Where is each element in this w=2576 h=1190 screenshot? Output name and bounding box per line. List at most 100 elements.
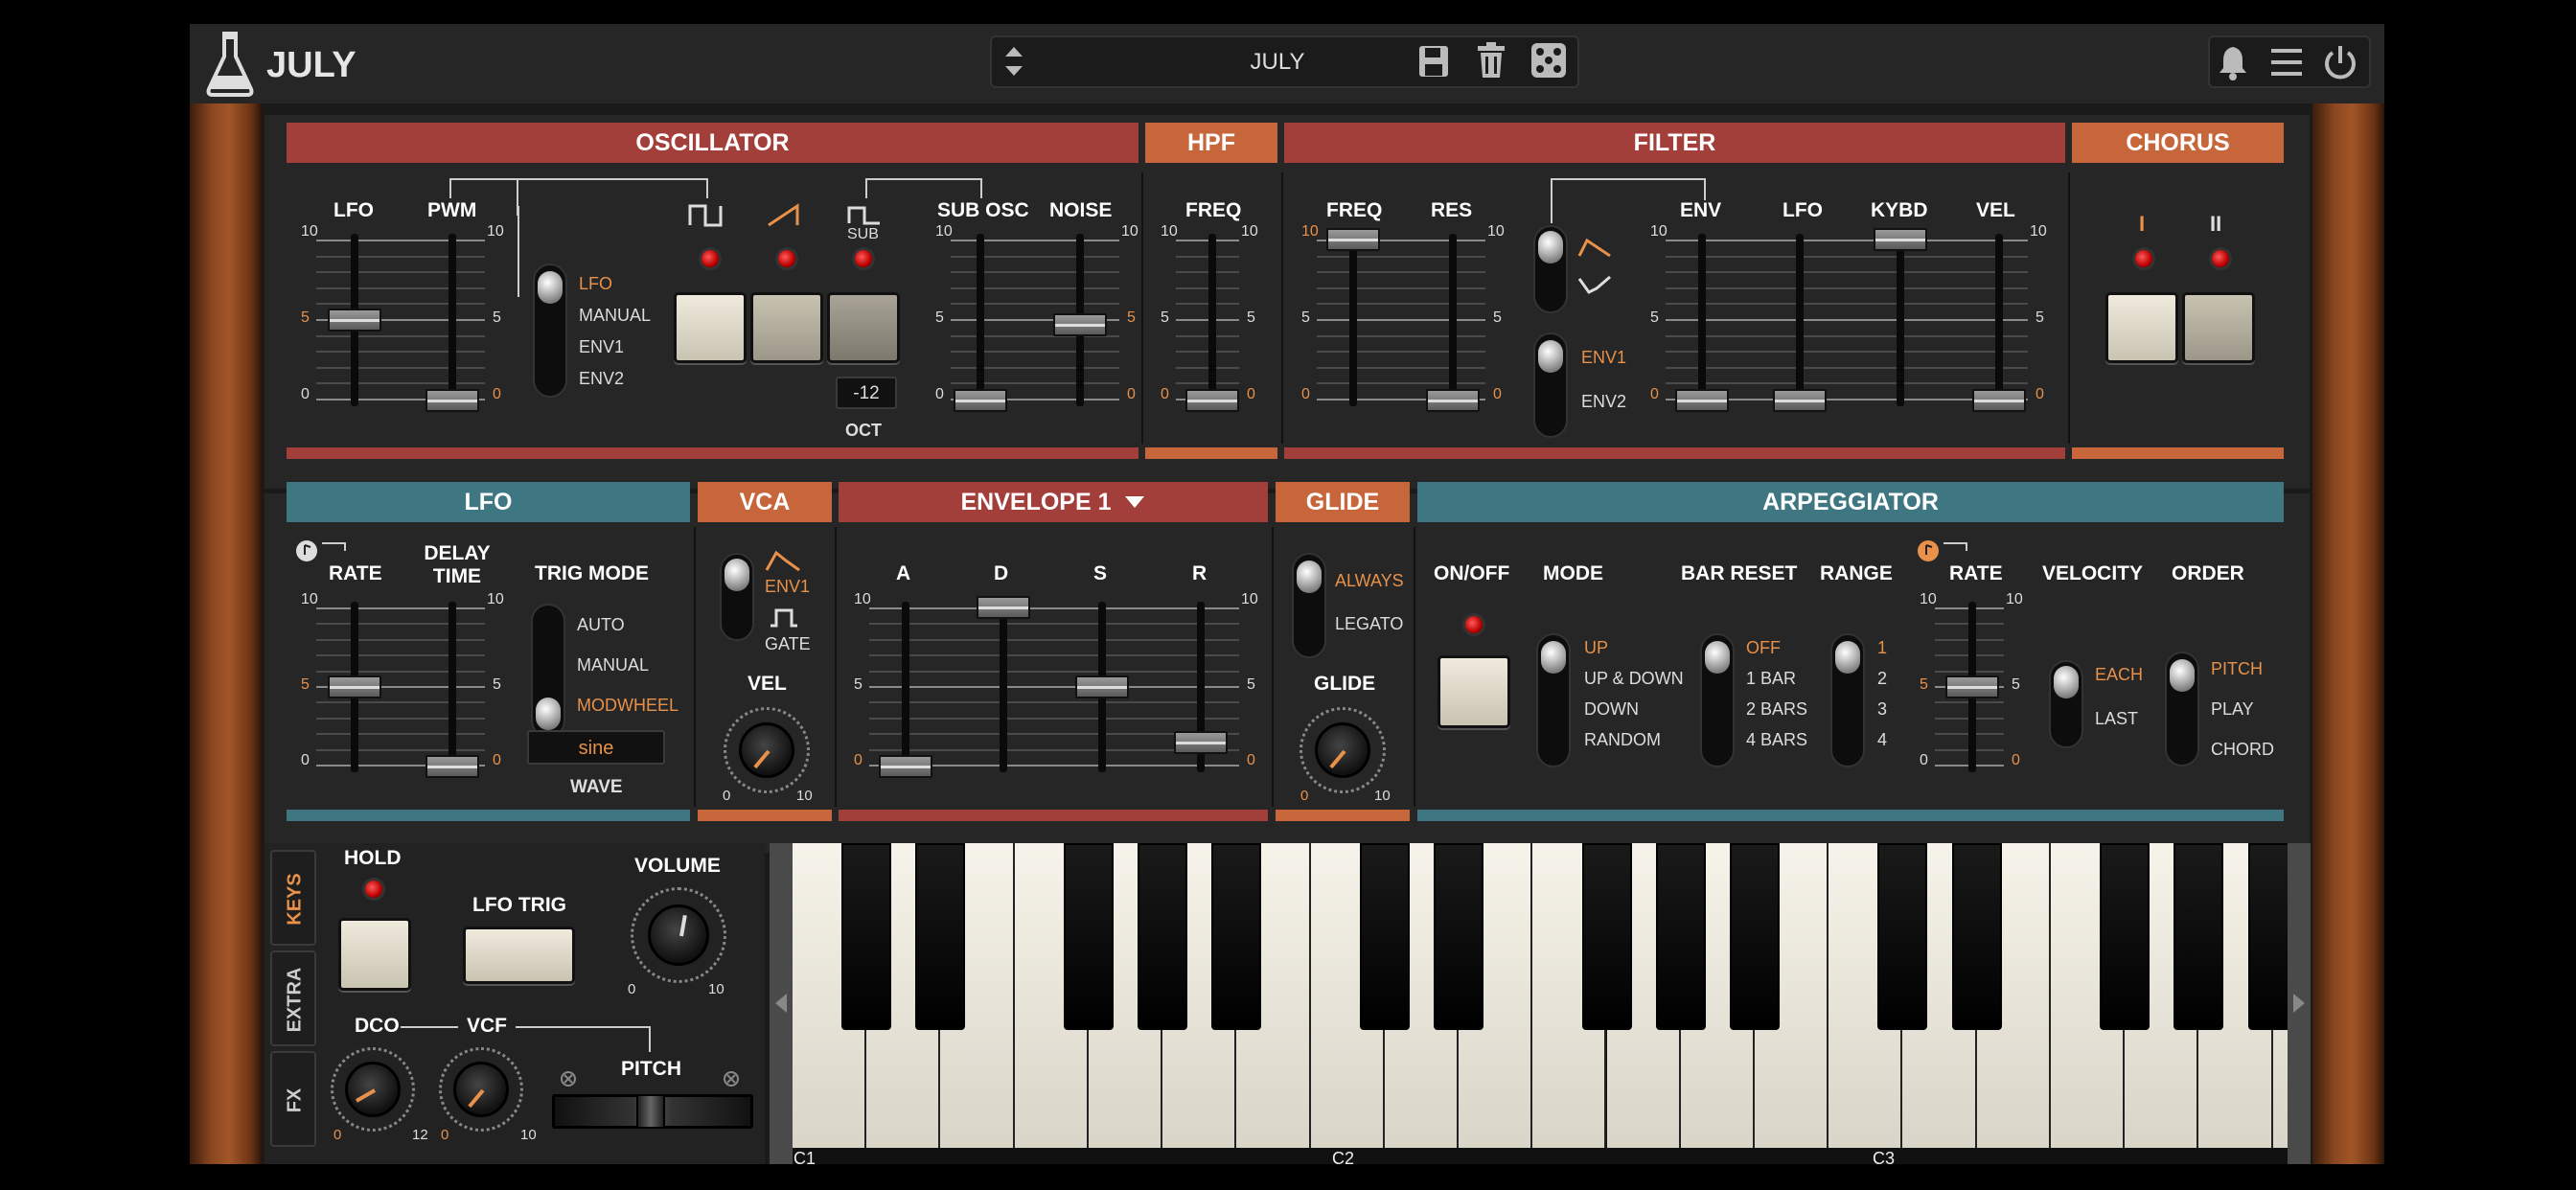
arp-velocity-last[interactable]: LAST xyxy=(2095,710,2138,727)
trash-icon[interactable] xyxy=(1474,41,1508,80)
chorus-i-button[interactable] xyxy=(2105,292,2178,363)
tab-keys[interactable]: KEYS xyxy=(270,850,316,946)
tab-extra[interactable]: EXTRA xyxy=(270,950,316,1046)
osc-lfo-slider[interactable] xyxy=(328,309,381,332)
arp-mode-down[interactable]: DOWN xyxy=(1584,700,1639,718)
glide-knob[interactable] xyxy=(1315,722,1370,778)
filter-env-switch[interactable] xyxy=(1533,332,1568,438)
filter-res-slider[interactable] xyxy=(1426,389,1480,412)
vca-mode-switch[interactable] xyxy=(720,553,754,641)
filter-freq-slider[interactable] xyxy=(1326,228,1380,251)
black-key[interactable] xyxy=(1877,843,1928,1030)
pwm-source-env1[interactable]: ENV1 xyxy=(579,338,624,355)
tab-fx[interactable]: FX xyxy=(270,1051,316,1147)
arp-order-switch[interactable] xyxy=(2165,652,2199,767)
black-key[interactable] xyxy=(1729,843,1780,1030)
env-decay-slider[interactable] xyxy=(977,596,1030,619)
arp-mode-updown[interactable]: UP & DOWN xyxy=(1584,670,1684,687)
power-icon[interactable] xyxy=(2321,43,2359,81)
black-key[interactable] xyxy=(1581,843,1632,1030)
noise-slider[interactable] xyxy=(1053,313,1107,337)
saw-button[interactable] xyxy=(750,292,823,363)
arp-bar-reset-switch[interactable] xyxy=(1700,633,1735,767)
sub-osc-slider[interactable] xyxy=(954,389,1007,412)
menu-icon[interactable] xyxy=(2267,43,2306,81)
env-attack-slider[interactable] xyxy=(879,755,932,778)
black-key[interactable] xyxy=(1211,843,1262,1030)
pwm-source-env2[interactable]: ENV2 xyxy=(579,370,624,387)
vca-vel-knob[interactable] xyxy=(739,722,794,778)
env-sustain-slider[interactable] xyxy=(1075,675,1129,698)
hold-button[interactable] xyxy=(338,918,411,991)
black-key[interactable] xyxy=(1951,843,2002,1030)
arp-onoff-button[interactable] xyxy=(1438,655,1510,728)
osc-pwm-slider[interactable] xyxy=(426,389,479,412)
hpf-freq-slider[interactable] xyxy=(1185,389,1239,412)
glide-always-option[interactable]: ALWAYS xyxy=(1335,572,1404,589)
arp-mode-random[interactable]: RANDOM xyxy=(1584,731,1661,748)
trig-auto-option[interactable]: AUTO xyxy=(577,616,625,633)
pwm-source-switch[interactable] xyxy=(533,263,567,398)
trig-modwheel-option[interactable]: MODWHEEL xyxy=(577,697,678,714)
lfo-rate-slider[interactable] xyxy=(328,675,381,698)
black-key[interactable] xyxy=(841,843,892,1030)
filter-env2-option[interactable]: ENV2 xyxy=(1581,393,1626,410)
filter-kybd-slider[interactable] xyxy=(1874,228,1927,251)
arp-order-chord[interactable]: CHORD xyxy=(2211,741,2274,758)
vca-gate-option[interactable]: GATE xyxy=(765,635,811,652)
filter-env-slider[interactable] xyxy=(1675,389,1729,412)
pwm-source-lfo[interactable]: LFO xyxy=(579,275,612,292)
arp-mode-up[interactable]: UP xyxy=(1584,639,1608,656)
arp-velocity-each[interactable]: EACH xyxy=(2095,666,2143,683)
chevron-right-icon[interactable] xyxy=(2289,992,2309,1015)
preset-up-down-icon[interactable] xyxy=(1000,39,1028,83)
pulse-button[interactable] xyxy=(674,292,747,363)
trig-manual-option[interactable]: MANUAL xyxy=(577,656,649,674)
arp-velocity-switch[interactable] xyxy=(2049,660,2083,748)
lfo-trig-button[interactable] xyxy=(463,927,575,984)
black-key[interactable] xyxy=(1434,843,1484,1030)
black-key[interactable] xyxy=(1138,843,1188,1030)
pitch-bender-handle[interactable] xyxy=(636,1094,665,1129)
arp-range-1[interactable]: 1 xyxy=(1877,639,1887,656)
filter-slope-switch[interactable] xyxy=(1533,225,1568,313)
envelope-header[interactable]: ENVELOPE 1 xyxy=(839,482,1268,522)
arp-bar-reset-off[interactable]: OFF xyxy=(1746,639,1781,656)
arp-bar-reset-4[interactable]: 4 BARS xyxy=(1746,731,1807,748)
env-release-slider[interactable] xyxy=(1174,731,1228,755)
filter-env1-option[interactable]: ENV1 xyxy=(1581,349,1626,366)
arp-bar-reset-1[interactable]: 1 BAR xyxy=(1746,670,1796,687)
arp-range-4[interactable]: 4 xyxy=(1877,731,1887,748)
chorus-ii-button[interactable] xyxy=(2182,292,2255,363)
arp-mode-switch[interactable] xyxy=(1536,633,1571,767)
arp-order-pitch[interactable]: PITCH xyxy=(2211,660,2263,677)
dice-random-icon[interactable] xyxy=(1530,41,1568,80)
black-key[interactable] xyxy=(1359,843,1410,1030)
filter-vel-slider[interactable] xyxy=(1972,389,2026,412)
arp-range-2[interactable]: 2 xyxy=(1877,670,1887,687)
trig-mode-switch[interactable] xyxy=(531,604,565,738)
preset-name[interactable]: JULY xyxy=(1196,51,1359,74)
volume-knob[interactable] xyxy=(648,904,709,966)
filter-lfo-slider[interactable] xyxy=(1773,389,1827,412)
glide-mode-switch[interactable] xyxy=(1292,553,1326,658)
lfo-delay-slider[interactable] xyxy=(426,755,479,778)
pwm-source-manual[interactable]: MANUAL xyxy=(579,307,651,324)
bell-icon[interactable] xyxy=(2214,43,2252,81)
envelope-dropdown-icon[interactable] xyxy=(1123,494,1146,510)
black-key[interactable] xyxy=(2174,843,2224,1030)
black-key[interactable] xyxy=(2100,843,2150,1030)
arp-range-3[interactable]: 3 xyxy=(1877,700,1887,718)
sub-button[interactable] xyxy=(827,292,900,363)
black-key[interactable] xyxy=(915,843,966,1030)
arp-rate-slider[interactable] xyxy=(1945,675,1999,698)
black-key[interactable] xyxy=(1063,843,1114,1030)
arp-bar-reset-2[interactable]: 2 BARS xyxy=(1746,700,1807,718)
chevron-left-icon[interactable] xyxy=(771,992,791,1015)
arp-order-play[interactable]: PLAY xyxy=(2211,700,2254,718)
vcf-bend-knob[interactable] xyxy=(453,1062,509,1117)
vca-env1-option[interactable]: ENV1 xyxy=(765,578,810,595)
dco-bend-knob[interactable] xyxy=(345,1062,401,1117)
save-icon[interactable] xyxy=(1416,43,1451,80)
glide-legato-option[interactable]: LEGATO xyxy=(1335,615,1403,632)
